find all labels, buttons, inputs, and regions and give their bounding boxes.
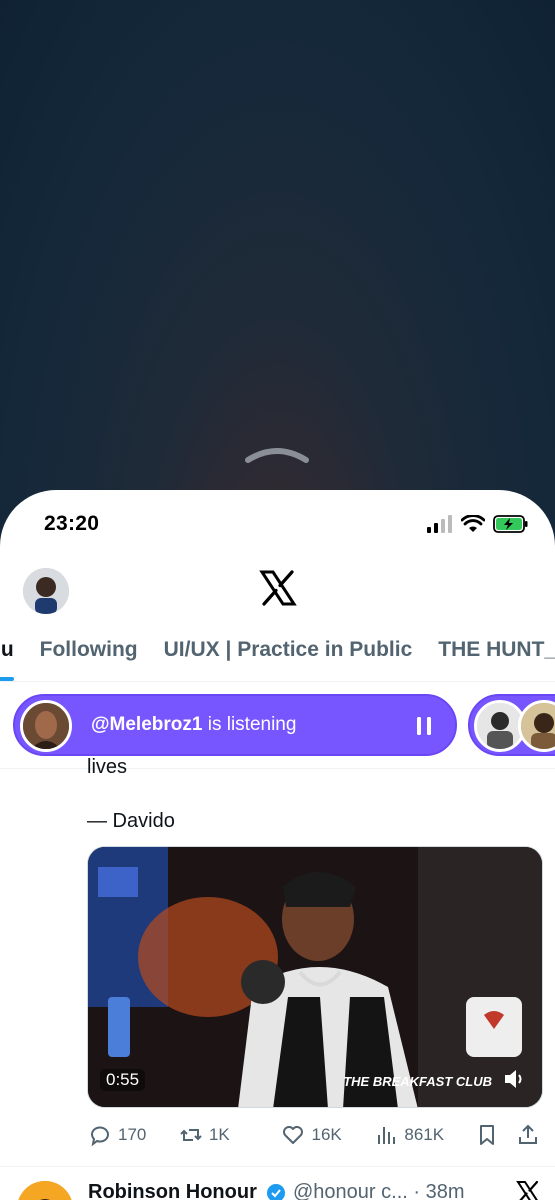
repost-icon bbox=[180, 1129, 202, 1141]
bookmark-icon bbox=[479, 1125, 494, 1145]
share-button[interactable] bbox=[516, 1123, 543, 1147]
cellular-signal-icon bbox=[427, 515, 452, 533]
video-thumbnail bbox=[88, 847, 542, 1107]
listener-handle: @Melebroz1 bbox=[91, 714, 203, 735]
verified-badge-icon bbox=[267, 1184, 285, 1200]
views-count: 861K bbox=[404, 1125, 445, 1144]
tab-the-hunt[interactable]: THE HUNT_ bbox=[438, 620, 555, 681]
listener-avatar bbox=[20, 700, 72, 752]
status-bar: 23:20 bbox=[0, 490, 555, 560]
tab-for-you[interactable]: ou bbox=[0, 620, 14, 681]
next-tweet-time: · 38m bbox=[413, 1181, 465, 1200]
tweet-text-partial: lives bbox=[87, 756, 128, 778]
tweet-quote-author: — Davido bbox=[87, 810, 175, 832]
space-listening-pill[interactable]: @Melebroz1 is listening bbox=[13, 694, 457, 756]
x-logo-icon bbox=[259, 570, 297, 606]
like-count: 16K bbox=[311, 1125, 342, 1144]
status-icons bbox=[427, 514, 529, 534]
views-chart-icon bbox=[378, 1127, 396, 1144]
share-icon bbox=[518, 1124, 537, 1144]
reply-icon bbox=[91, 1126, 109, 1147]
status-time: 23:20 bbox=[44, 512, 100, 535]
next-tweet[interactable]: Robinson Honour @honour c... · 38m bbox=[0, 1166, 555, 1200]
next-tweet-handle[interactable]: @honour c... bbox=[293, 1181, 408, 1200]
timeline-tabs: ou Following UI/UX | Practice in Public … bbox=[0, 620, 555, 682]
video-duration: 0:55 bbox=[100, 1069, 146, 1091]
listening-label: is listening bbox=[207, 714, 297, 735]
swipe-up-handle-icon[interactable] bbox=[244, 444, 310, 464]
views-button[interactable]: 861K bbox=[374, 1123, 475, 1147]
bookmark-button[interactable] bbox=[475, 1123, 506, 1147]
space-hosts-pill[interactable] bbox=[468, 694, 555, 756]
pause-icon[interactable] bbox=[415, 716, 433, 736]
reply-button[interactable]: 170 bbox=[88, 1123, 179, 1147]
top-header bbox=[0, 560, 555, 620]
next-tweet-author-name[interactable]: Robinson Honour bbox=[88, 1181, 257, 1200]
video-watermark: THE BREAKFAST CLUB bbox=[343, 1074, 492, 1089]
pill-divider bbox=[0, 768, 555, 769]
tab-uiux-practice-in-public[interactable]: UI/UX | Practice in Public bbox=[164, 620, 413, 681]
listening-status-text: @Melebroz1 is listening bbox=[91, 714, 296, 736]
like-button[interactable]: 16K bbox=[281, 1123, 374, 1147]
profile-avatar[interactable] bbox=[23, 568, 69, 614]
grok-x-icon[interactable] bbox=[515, 1179, 541, 1200]
next-tweet-handle-time: @honour c... · 38m bbox=[293, 1181, 465, 1200]
space-host-avatar bbox=[518, 700, 555, 752]
repost-count: 1K bbox=[208, 1125, 230, 1144]
tweet-video[interactable]: THE BREAKFAST CLUB 0:55 bbox=[87, 846, 543, 1108]
next-tweet-avatar[interactable] bbox=[17, 1181, 73, 1200]
app-sheet: 23:20 u Following UI/UX | Practice in Pu… bbox=[0, 490, 555, 1200]
reply-count: 170 bbox=[118, 1125, 147, 1144]
volume-icon[interactable] bbox=[500, 1065, 528, 1093]
wifi-icon bbox=[461, 515, 485, 532]
battery-charging-icon bbox=[493, 515, 528, 533]
tab-following[interactable]: Following bbox=[40, 620, 138, 681]
repost-button[interactable]: 1K bbox=[179, 1123, 282, 1147]
heart-icon bbox=[283, 1126, 304, 1144]
tweet-action-bar: 170 1K 16K 861K bbox=[88, 1120, 543, 1150]
